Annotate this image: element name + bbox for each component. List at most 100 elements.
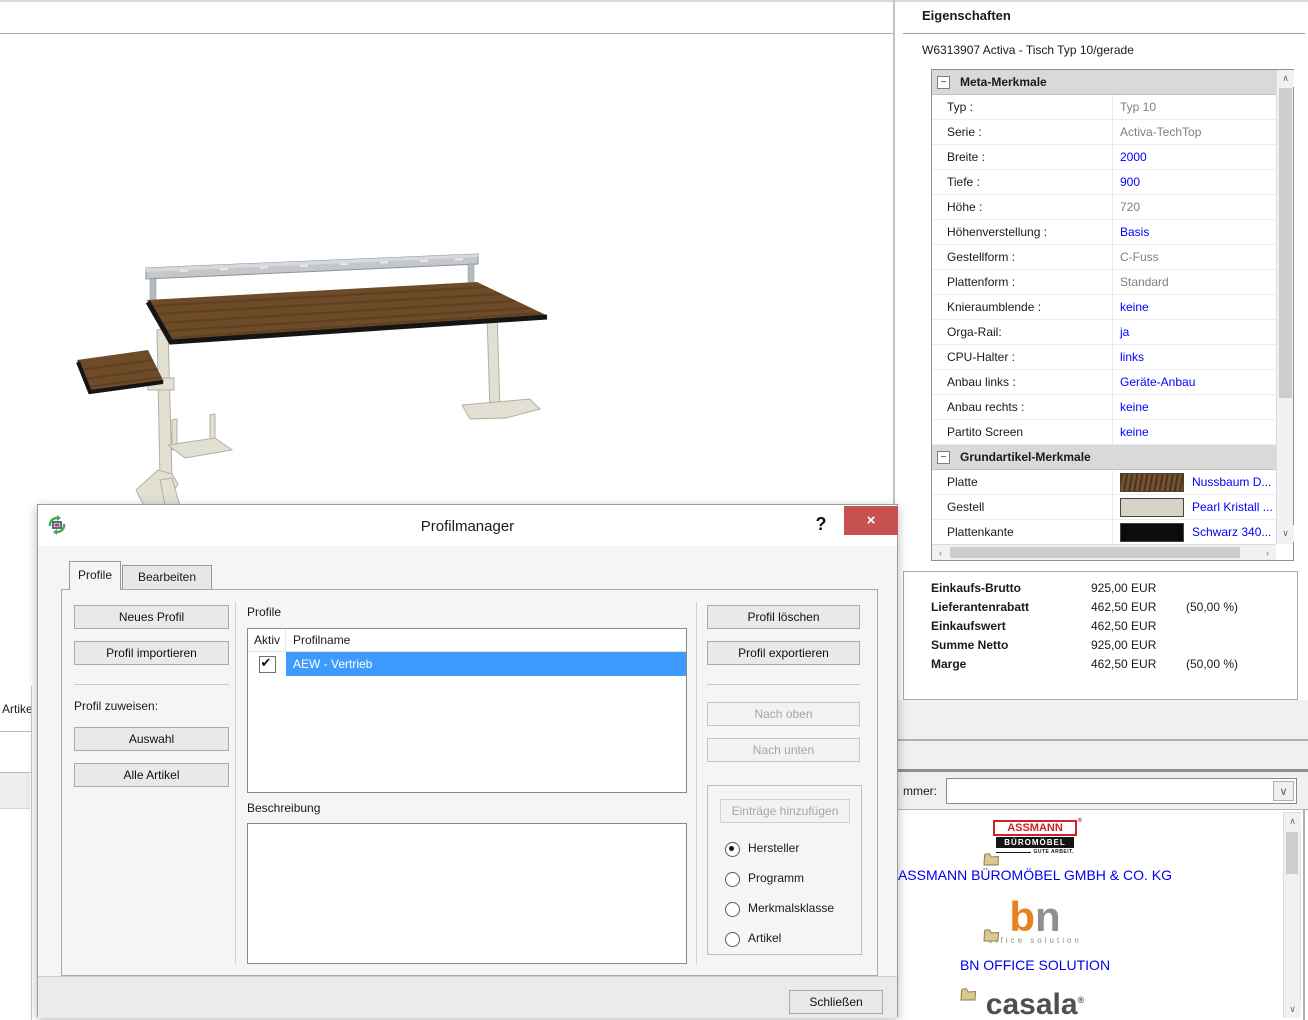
scroll-down-icon[interactable]: ∨ [1277, 525, 1294, 542]
property-value[interactable]: 900 [1120, 175, 1140, 189]
assign-selection-button[interactable]: Auswahl [74, 727, 229, 751]
property-row[interactable]: Anbau rechts :keine [932, 395, 1276, 420]
property-value[interactable]: keine [1120, 400, 1149, 414]
property-row[interactable]: GestellPearl Kristall ... [932, 495, 1276, 520]
radio-programm[interactable] [725, 872, 740, 887]
profile-active-checkbox[interactable] [259, 656, 276, 673]
property-row[interactable]: Gestellform :C-Fuss [932, 245, 1276, 270]
hscroll-thumb[interactable] [950, 547, 1240, 558]
mfr-scroll-thumb[interactable] [1286, 832, 1298, 874]
property-grid-hscrollbar[interactable]: ‹ › [932, 544, 1276, 560]
property-value[interactable]: links [1120, 350, 1144, 364]
mfr-scroll-up-icon[interactable]: ∧ [1284, 813, 1301, 830]
manufacturer-entry[interactable]: bnoffice solutionBN OFFICE SOLUTION [898, 883, 1172, 973]
property-grid: Meta-MerkmaleTyp :Typ 10Serie :Activa-Te… [931, 69, 1294, 561]
close-icon: × [867, 512, 876, 529]
property-row[interactable]: Partito Screenkeine [932, 420, 1276, 445]
profile-row[interactable]: AEW - Vertrieb [248, 652, 686, 676]
property-value[interactable]: Basis [1120, 225, 1149, 239]
radio-artikel-label[interactable]: Artikel [748, 931, 781, 945]
import-profile-button[interactable]: Profil importieren [74, 641, 229, 665]
property-label: Breite : [932, 150, 1112, 164]
move-down-button[interactable]: Nach unten [707, 738, 860, 762]
property-row[interactable]: Orga-Rail:ja [932, 320, 1276, 345]
property-value[interactable]: Schwarz 340... [1192, 525, 1271, 539]
radio-merkmalsklasse[interactable] [725, 902, 740, 917]
property-row[interactable]: Typ :Typ 10 [932, 95, 1276, 120]
tab-profile[interactable]: Profile [69, 561, 121, 590]
dialog-title: Profilmanager [38, 518, 897, 535]
price-label: Marge [904, 657, 1091, 671]
manufacturer-entry[interactable]: casala® [898, 973, 1172, 1019]
property-row[interactable]: Plattenkante Schwarz 340... [932, 520, 1276, 544]
mfr-scroll-down-icon[interactable]: ∨ [1284, 1001, 1301, 1018]
help-button[interactable]: ? [808, 511, 834, 537]
tagline-rule [996, 852, 1031, 853]
property-value[interactable]: ja [1120, 325, 1129, 339]
export-profile-button[interactable]: Profil exportieren [707, 641, 860, 665]
property-row[interactable]: Anbau links :Geräte-Anbau [932, 370, 1276, 395]
assign-all-articles-button[interactable]: Alle Artikel [74, 763, 229, 787]
number-combo-input[interactable] [946, 778, 1297, 804]
collapse-icon[interactable] [937, 76, 950, 89]
property-label: Plattenkante [932, 525, 1112, 539]
property-value-cell: Standard [1112, 270, 1276, 294]
assign-profile-label: Profil zuweisen: [74, 699, 158, 713]
property-row[interactable]: Höhe :720 [932, 195, 1276, 220]
property-value[interactable]: Nussbaum D... [1192, 475, 1271, 489]
property-grid-vscrollbar[interactable]: ∧ ∨ [1276, 70, 1293, 544]
application-window: Artikel [0, 0, 1308, 1020]
property-row[interactable]: Tiefe :900 [932, 170, 1276, 195]
property-value[interactable]: Geräte-Anbau [1120, 375, 1195, 389]
add-entries-groupbox: Einträge hinzufügen Hersteller Programm … [707, 785, 862, 955]
property-row[interactable]: CPU-Halter :links [932, 345, 1276, 370]
scroll-right-icon[interactable]: › [1259, 545, 1276, 560]
manufacturer-entry[interactable]: ASSMANN®BÜROMÖBELGUTE ARBEIT.ASSMANN BÜR… [898, 812, 1172, 883]
radio-programm-label[interactable]: Programm [748, 871, 804, 885]
property-row[interactable]: Platte Nussbaum D... [932, 470, 1276, 495]
dialog-titlebar[interactable]: Profilmanager ? × [38, 505, 897, 546]
property-value[interactable]: Pearl Kristall ... [1192, 500, 1273, 514]
close-button[interactable]: × [844, 506, 898, 535]
radio-hersteller[interactable] [725, 842, 740, 857]
property-value[interactable]: 2000 [1120, 150, 1147, 164]
price-label: Lieferantenrabatt [904, 600, 1091, 614]
manufacturer-link[interactable]: ASSMANN BÜROMÖBEL GMBH & CO. KG [898, 867, 1172, 883]
add-entries-button[interactable]: Einträge hinzufügen [720, 799, 850, 823]
collapse-icon[interactable] [937, 451, 950, 464]
radio-artikel[interactable] [725, 932, 740, 947]
property-label: Knieraumblende : [932, 300, 1112, 314]
price-extra: (50,00 %) [1186, 600, 1297, 614]
combo-dropdown-icon[interactable] [1273, 781, 1294, 801]
delete-profile-button[interactable]: Profil löschen [707, 605, 860, 629]
profiles-listbox[interactable]: Aktiv Profilname AEW - Vertrieb [247, 628, 687, 793]
property-value[interactable]: keine [1120, 300, 1149, 314]
property-row[interactable]: Plattenform :Standard [932, 270, 1276, 295]
move-up-button[interactable]: Nach oben [707, 702, 860, 726]
viewport-3d[interactable] [40, 228, 680, 521]
folder-icon [983, 852, 1000, 869]
vscroll-thumb[interactable] [1279, 88, 1292, 398]
radio-hersteller-label[interactable]: Hersteller [748, 841, 799, 855]
section-header[interactable]: Meta-Merkmale [932, 70, 1276, 95]
scroll-left-icon[interactable]: ‹ [932, 545, 949, 560]
section-header[interactable]: Grundartikel-Merkmale [932, 445, 1276, 470]
property-row[interactable]: Breite : 2000 [932, 145, 1276, 170]
property-value[interactable]: keine [1120, 425, 1149, 439]
description-textarea[interactable] [247, 823, 687, 964]
property-label: Platte [932, 475, 1112, 489]
close-dialog-button[interactable]: Schließen [789, 990, 883, 1014]
property-row[interactable]: Knieraumblende : keine [932, 295, 1276, 320]
radio-merkmalsklasse-label[interactable]: Merkmalsklasse [748, 901, 834, 915]
viewport-splitter[interactable] [893, 0, 895, 504]
property-row[interactable]: Höhenverstellung :Basis [932, 220, 1276, 245]
property-value: Typ 10 [1120, 100, 1156, 114]
scroll-up-icon[interactable]: ∧ [1277, 70, 1294, 87]
manufacturer-link[interactable]: BN OFFICE SOLUTION [960, 957, 1110, 973]
tab-bearbeiten[interactable]: Bearbeiten [122, 565, 212, 590]
new-profile-button[interactable]: Neues Profil [74, 605, 229, 629]
profile-name-selected[interactable]: AEW - Vertrieb [286, 652, 686, 676]
bn-logo: bn [1009, 900, 1060, 934]
manufacturer-scrollbar[interactable]: ∧ ∨ [1283, 812, 1301, 1018]
property-row[interactable]: Serie :Activa-TechTop [932, 120, 1276, 145]
